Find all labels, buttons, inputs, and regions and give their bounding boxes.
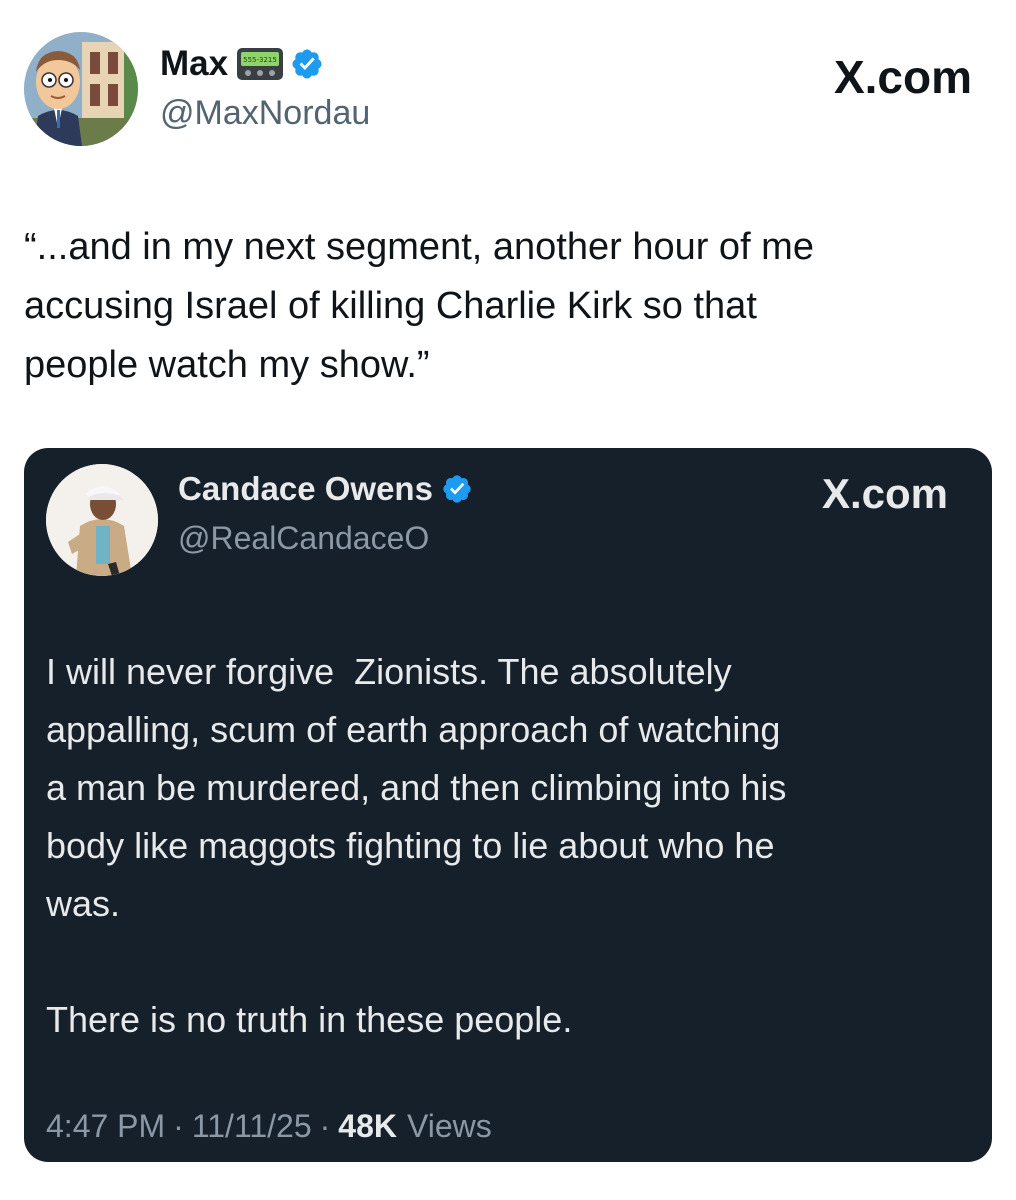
cartoon-avatar-image [24,32,138,146]
views-label: Views [407,1108,492,1144]
outer-avatar[interactable] [24,32,138,146]
profile-photo-image [46,464,158,576]
quoted-tweet-text: I will never forgive Zionists. The absol… [46,651,787,1040]
verified-badge-icon [292,49,322,79]
outer-name-row: Max 555-3215 [160,44,324,84]
tweet-meta-footer: 4:47 PM · 11/11/25 · 48K Views [46,1108,492,1145]
inner-handle[interactable]: @RealCandaceO [178,520,429,557]
pager-icon: 555-3215 [237,48,284,80]
inner-name-row: Candace Owens [178,470,473,508]
outer-handle[interactable]: @MaxNordau [160,94,370,133]
inner-avatar[interactable] [46,464,158,576]
inner-platform-label: X.com [821,470,948,517]
meta-separator: · [173,1108,184,1144]
views-count: 48K [338,1108,397,1144]
tweet-time[interactable]: 4:47 PM [46,1108,165,1145]
outer-tweet-text: “...and in my next segment, another hour… [24,226,814,386]
quoted-tweet-card[interactable]: Candace Owens @RealCandaceO X.com I will… [24,448,992,1162]
meta-separator: · [319,1108,331,1144]
outer-platform-label: X.com [833,51,972,103]
verified-badge-icon [443,475,471,503]
inner-display-name[interactable]: Candace Owens [178,470,433,508]
outer-display-name[interactable]: Max [160,44,228,84]
pager-text: 555-3215 [243,56,277,64]
tweet-date[interactable]: 11/11/25 [192,1108,312,1145]
